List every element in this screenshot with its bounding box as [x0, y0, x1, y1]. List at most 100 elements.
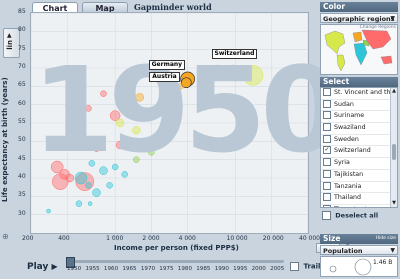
bubble[interactable] [159, 90, 167, 97]
bubble[interactable] [125, 79, 133, 86]
deselect-label: Deselect all [335, 211, 379, 220]
bubble[interactable] [75, 200, 83, 207]
country-checkbox[interactable] [323, 158, 331, 167]
plot-area[interactable] [30, 12, 309, 234]
scatter-chart[interactable] [30, 12, 309, 233]
chevron-down-icon: ▼ [390, 247, 395, 254]
bubble[interactable] [142, 108, 150, 116]
trails-checkbox[interactable] [290, 262, 299, 271]
bubble[interactable] [87, 201, 93, 206]
region-map[interactable]: Change Regions [320, 24, 398, 75]
x-tick-label: 10 000 [226, 235, 248, 242]
bubble[interactable] [93, 145, 100, 152]
country-checkbox[interactable] [323, 204, 331, 207]
country-list-item[interactable]: Tanzania [321, 181, 397, 194]
country-checkbox[interactable] [323, 99, 331, 108]
timeline-tick-label: 1985 [196, 266, 211, 272]
chevron-up-icon: ▲ [7, 32, 12, 39]
bubble[interactable] [201, 72, 208, 79]
color-dropdown[interactable]: Geographic regions ▼ [320, 13, 398, 23]
bubble[interactable] [70, 138, 77, 145]
country-list-item[interactable]: Thailand [321, 193, 397, 205]
bubble[interactable] [172, 123, 180, 130]
y-axis-title[interactable]: Life expectancy at birth (years) [1, 77, 11, 202]
bubble[interactable] [135, 93, 144, 102]
bubble[interactable] [100, 90, 107, 97]
change-regions-link[interactable]: Change Regions [360, 25, 396, 30]
size-dropdown-value: Population [323, 247, 363, 255]
bubble[interactable] [169, 101, 176, 108]
country-list-item[interactable]: Swaziland [321, 123, 397, 135]
y-tick-label: 70 [18, 63, 26, 70]
bubble[interactable] [92, 188, 101, 197]
bubble[interactable] [46, 208, 51, 214]
country-checkbox[interactable] [323, 181, 331, 190]
size-legend: 1.46 B [320, 256, 398, 277]
chevron-down-icon: ▼ [390, 15, 395, 22]
country-checkbox[interactable] [323, 193, 331, 202]
bubble[interactable] [229, 64, 237, 72]
country-list-item[interactable]: ✓ Switzerland [321, 146, 397, 159]
deselect-all[interactable]: Deselect all [322, 211, 378, 220]
country-list-item[interactable]: Timor-Leste [321, 204, 397, 207]
bubble[interactable] [111, 163, 119, 171]
hide-size-link[interactable]: Hide size [376, 234, 396, 244]
bubble[interactable] [115, 118, 125, 128]
scroll-thumb[interactable] [392, 144, 396, 160]
bubble[interactable] [148, 149, 155, 156]
country-checkbox[interactable] [323, 88, 331, 96]
timeline-tick-label: 1950 [67, 266, 82, 272]
country-checkbox[interactable]: ✓ [323, 146, 331, 155]
country-label-austria[interactable]: Austria [149, 71, 180, 82]
select-panel-title: Select [320, 77, 398, 87]
country-checkbox[interactable] [323, 111, 331, 120]
country-list-label: Sweden [334, 135, 359, 143]
x-axis-title[interactable]: Income per person (fixed PPP$) [114, 244, 239, 252]
country-list-item[interactable]: St. Vincent and the... [321, 88, 397, 100]
country-label-switzerland[interactable]: Switzerland [211, 48, 258, 59]
bubble[interactable] [88, 160, 96, 167]
y-tick-label: 55 [18, 118, 26, 125]
x-tick-label: 200 [22, 235, 34, 242]
select-scrollbar[interactable]: ▲ ▼ [390, 88, 397, 207]
country-list-item[interactable]: Suriname [321, 111, 397, 124]
zoom-icon[interactable]: ⊕ [2, 232, 12, 244]
timeline-tick-label: 2000 [251, 266, 266, 272]
timeline-tick-label: 1980 [177, 266, 193, 272]
country-list-item[interactable]: Sudan [321, 99, 397, 112]
bubble[interactable] [99, 166, 108, 175]
bubble[interactable] [213, 64, 221, 72]
bubble[interactable] [152, 133, 161, 142]
bubble-switzerland[interactable] [236, 67, 245, 77]
country-list-item[interactable]: Sweden [321, 134, 397, 147]
deselect-checkbox[interactable] [322, 211, 331, 220]
size-dropdown[interactable]: Population ▼ [320, 245, 398, 255]
country-checkbox[interactable] [323, 169, 331, 178]
bubble[interactable] [242, 65, 264, 86]
timeline-slider[interactable]: 1950 1955 1960 1965 1970 1975 1980 1985 1990 1995… [66, 257, 284, 275]
scroll-up-icon[interactable]: ▲ [391, 88, 397, 95]
bubble[interactable] [177, 83, 184, 90]
bubble[interactable] [115, 140, 125, 150]
x-tick-label: 1 000 [106, 235, 124, 242]
timeline-tick-label: 1965 [122, 266, 137, 272]
bubble[interactable] [132, 126, 141, 135]
x-tick-label: 2 000 [142, 235, 160, 242]
scroll-down-icon[interactable]: ▼ [391, 200, 397, 207]
bubble[interactable] [74, 171, 88, 185]
country-list-item[interactable]: Syria [321, 158, 397, 170]
bubble[interactable] [65, 173, 75, 183]
bubble[interactable] [161, 116, 169, 123]
country-checkbox[interactable] [323, 123, 331, 132]
bubble[interactable] [85, 105, 92, 112]
y-tick-label: 45 [18, 154, 26, 162]
country-checkbox[interactable] [323, 134, 331, 143]
country-select-list[interactable]: St. Vincent and the... Sudan Suriname Swazi… [320, 87, 398, 208]
bubble[interactable] [121, 171, 128, 178]
play-button[interactable]: Play ▶ [27, 262, 58, 272]
country-list-item[interactable]: Tajikistan [321, 169, 397, 182]
country-label-germany[interactable]: Germany [148, 60, 186, 70]
bubble[interactable] [133, 156, 140, 163]
bubble[interactable] [85, 182, 92, 189]
bubble[interactable] [106, 182, 113, 189]
